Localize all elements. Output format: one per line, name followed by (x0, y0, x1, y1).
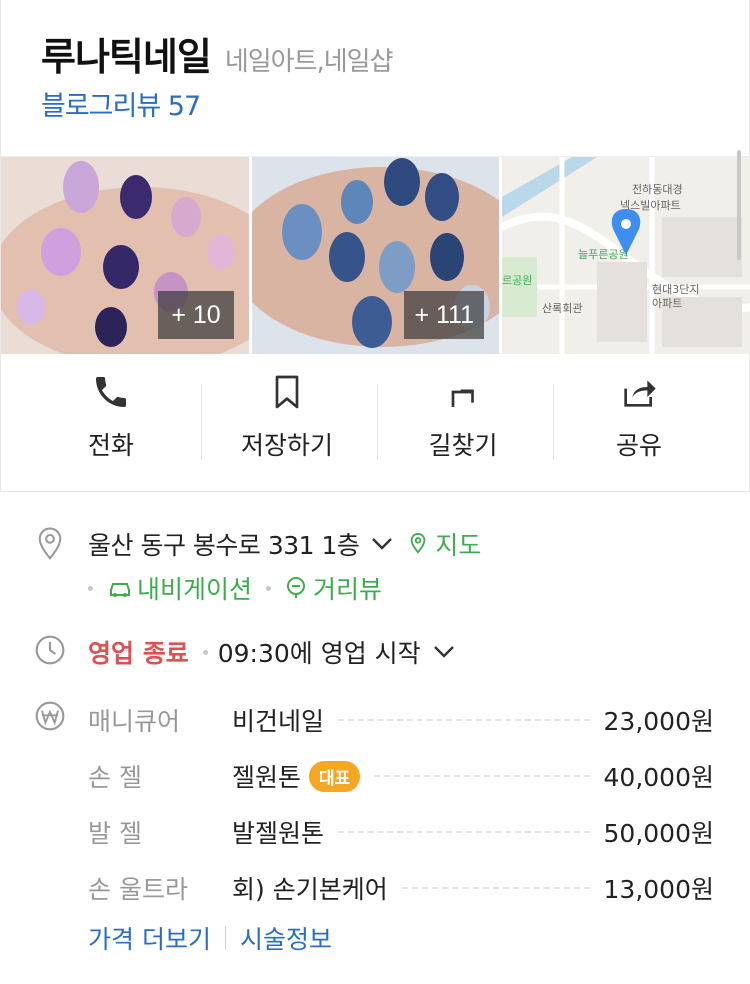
price-category: 발 젤 (88, 819, 142, 848)
more-prices-link[interactable]: 가격 더보기 (88, 920, 211, 956)
navigation-row: 내비게이션 거리뷰 (88, 570, 382, 606)
title-row: 루나틱네일 네일아트,네일샵 (41, 26, 394, 81)
photo-strip: + 10 + 111 전하동대경 넥스빌아파트 늘푸른공원 산록회관 현대3단지… (1, 156, 750, 354)
directions-button[interactable]: 길찾기 (375, 372, 551, 472)
directions-icon (451, 389, 474, 407)
price-leader (401, 887, 590, 889)
map-label: 산록회관 (542, 302, 582, 315)
phone-icon (96, 377, 126, 407)
photo-count-badge: + 111 (404, 291, 484, 339)
price-category: 손 젤 (88, 763, 142, 792)
navigation-link[interactable]: 내비게이션 (137, 570, 252, 606)
share-icon (624, 380, 656, 407)
price-value: 50,000원 (603, 819, 714, 848)
streetview-icon (287, 577, 306, 598)
save-label: 저장하기 (240, 431, 333, 460)
divider (224, 926, 226, 950)
business-status: 영업 종료 (88, 639, 189, 668)
share-label: 공유 (615, 431, 662, 460)
map-label: 르공원 (502, 274, 532, 287)
price-value: 13,000원 (603, 875, 714, 904)
save-button[interactable]: 저장하기 (199, 372, 375, 472)
location-pin-icon (38, 527, 62, 560)
bullet-dot (202, 649, 208, 655)
map-label: 전하동대경 (632, 182, 683, 196)
price-category: 매니큐어 (88, 707, 181, 736)
nail-photo-glitter[interactable]: + 10 (1, 157, 249, 354)
price-item-name: 젤원톤 (232, 763, 302, 792)
business-category: 네일아트,네일샵 (224, 47, 394, 77)
price-item-name: 회) 손기본케어 (232, 875, 388, 904)
call-button[interactable]: 전화 (23, 372, 199, 472)
chevron-down-icon[interactable] (371, 537, 393, 551)
bookmark-icon (275, 375, 299, 409)
price-leader (374, 775, 590, 777)
price-item-name: 발젤원톤 (232, 819, 325, 848)
streetview-link[interactable]: 거리뷰 (313, 570, 382, 606)
action-bar: 전화 저장하기 길찾기 공유 (1, 372, 750, 472)
share-button[interactable]: 공유 (551, 372, 727, 472)
place-summary-card: 루나틱네일 네일아트,네일샵 블로그리뷰 57 + 10 + 111 전하동대경… (0, 0, 750, 492)
clock-icon (35, 635, 65, 665)
bullet-dot (266, 585, 272, 591)
car-icon (110, 583, 130, 597)
price-item-name: 비건네일 (232, 707, 325, 736)
hours-row[interactable]: 영업 종료 09:30에 영업 시작 (88, 634, 455, 670)
price-item: 손 젤 젤원톤 대표 40,000원 (88, 758, 714, 794)
price-leader (338, 719, 590, 721)
price-item: 매니큐어 비건네일 23,000원 (88, 702, 714, 738)
price-item: 발 젤 발젤원톤 50,000원 (88, 814, 714, 850)
chevron-down-icon[interactable] (433, 645, 455, 659)
map-link[interactable]: 지도 (435, 526, 481, 562)
price-value: 23,000원 (603, 707, 714, 736)
photo-count-badge: + 10 (158, 291, 234, 339)
price-value: 40,000원 (603, 763, 714, 792)
map-thumbnail-image: 전하동대경 넥스빌아파트 늘푸른공원 산록회관 현대3단지 아파트 르공원 (502, 157, 750, 354)
price-category: 손 울트라 (88, 875, 188, 904)
directions-label: 길찾기 (428, 431, 498, 460)
map-label: 아파트 (652, 297, 682, 310)
business-name[interactable]: 루나틱네일 (41, 26, 212, 81)
map-pin-outline-icon (411, 532, 426, 554)
scrollbar[interactable] (737, 150, 741, 260)
price-links-row: 가격 더보기 시술정보 (88, 920, 332, 956)
representative-badge: 대표 (309, 760, 361, 792)
address-row: 울산 동구 봉수로 331 1층 지도 (88, 526, 481, 562)
bullet-dot (88, 585, 93, 591)
price-leader (338, 831, 590, 833)
address-text[interactable]: 울산 동구 봉수로 331 1층 (88, 526, 360, 562)
won-icon (35, 701, 65, 731)
next-open-time: 09:30에 영업 시작 (217, 639, 421, 668)
treatment-info-link[interactable]: 시술정보 (240, 920, 332, 956)
map-label: 현대3단지 (652, 283, 699, 296)
map-label: 늘푸른공원 (578, 248, 629, 261)
call-label: 전화 (87, 431, 134, 460)
price-item: 손 울트라 회) 손기본케어 13,000원 (88, 870, 714, 906)
blog-review-link[interactable]: 블로그리뷰 57 (41, 84, 201, 123)
nail-photo-navy[interactable]: + 111 (252, 157, 499, 354)
map-thumbnail[interactable]: 전하동대경 넥스빌아파트 늘푸른공원 산록회관 현대3단지 아파트 르공원 (502, 157, 750, 354)
